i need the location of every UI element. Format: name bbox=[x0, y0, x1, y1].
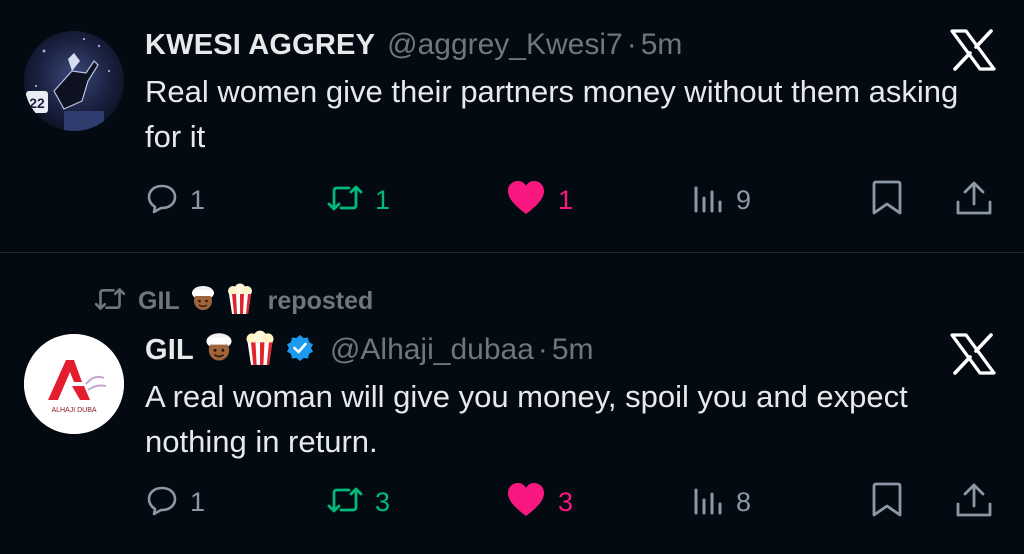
author-handle[interactable]: @aggrey_Kwesi7 bbox=[387, 28, 623, 62]
like-button[interactable]: 1 bbox=[506, 180, 573, 220]
bookmark-icon bbox=[870, 180, 904, 221]
retweet-icon bbox=[327, 485, 363, 520]
retweet-count: 1 bbox=[375, 184, 391, 215]
share-button[interactable] bbox=[955, 482, 993, 522]
heart-icon bbox=[506, 180, 546, 221]
reply-icon bbox=[146, 182, 178, 219]
popcorn-emoji bbox=[244, 330, 276, 371]
like-count: 1 bbox=[558, 184, 574, 215]
like-button[interactable]: 3 bbox=[506, 482, 573, 522]
reply-button[interactable]: 1 bbox=[146, 180, 205, 220]
heart-icon bbox=[506, 482, 546, 523]
reply-count: 1 bbox=[190, 184, 206, 215]
bookmark-icon bbox=[870, 482, 904, 523]
avatar-jersey-number: 22 bbox=[29, 95, 45, 111]
retweet-icon bbox=[94, 286, 126, 317]
views-icon bbox=[692, 182, 724, 219]
views-button[interactable]: 8 bbox=[692, 482, 751, 522]
reposter-name[interactable]: GIL bbox=[138, 287, 180, 316]
avatar[interactable]: ALHAJI DUBA bbox=[24, 334, 124, 434]
share-icon bbox=[955, 482, 993, 523]
share-button[interactable] bbox=[955, 180, 993, 220]
person-with-turban-emoji bbox=[202, 331, 236, 370]
views-count: 9 bbox=[736, 184, 752, 215]
views-button[interactable]: 9 bbox=[692, 180, 751, 220]
retweet-button[interactable]: 1 bbox=[327, 180, 390, 220]
repost-label: reposted bbox=[267, 286, 374, 315]
timestamp[interactable]: 5m bbox=[641, 28, 683, 62]
tweet-header: KWESI AGGREY @aggrey_Kwesi7 · 5m bbox=[145, 25, 682, 65]
like-count: 3 bbox=[558, 486, 574, 517]
author-name[interactable]: KWESI AGGREY bbox=[145, 29, 375, 62]
retweet-button[interactable]: 3 bbox=[327, 482, 390, 522]
tweet-text: A real woman will give you money, spoil … bbox=[145, 379, 908, 459]
repost-indicator: GIL reposted bbox=[94, 283, 374, 320]
reply-icon bbox=[146, 484, 178, 521]
views-icon bbox=[692, 484, 724, 521]
share-icon bbox=[955, 180, 993, 221]
retweet-icon bbox=[327, 183, 363, 218]
separator-dot: · bbox=[626, 28, 637, 61]
tweet-card[interactable]: 22 KWESI AGGREY @aggrey_Kwesi7 · 5m Real… bbox=[0, 0, 1024, 252]
retweet-count: 3 bbox=[375, 486, 391, 517]
popcorn-emoji bbox=[226, 283, 254, 320]
separator-dot: · bbox=[537, 333, 548, 366]
author-handle[interactable]: @Alhaji_dubaa bbox=[330, 333, 534, 367]
avatar-brand-text: ALHAJI DUBA bbox=[51, 407, 96, 414]
person-with-turban-emoji bbox=[188, 284, 218, 319]
action-bar: 1 1 1 9 bbox=[0, 180, 1024, 220]
bookmark-button[interactable] bbox=[870, 482, 904, 522]
reply-count: 1 bbox=[190, 486, 206, 517]
author-name[interactable]: GIL bbox=[145, 334, 194, 367]
reply-button[interactable]: 1 bbox=[146, 482, 205, 522]
tweet-text: Real women give their partners money wit… bbox=[145, 74, 959, 154]
avatar[interactable]: 22 bbox=[24, 31, 124, 131]
tweet-header: GIL @Alhaji_dubaa · 5m bbox=[145, 330, 594, 370]
views-count: 8 bbox=[736, 486, 752, 517]
action-bar: 1 3 3 8 bbox=[0, 482, 1024, 522]
verified-badge-icon[interactable] bbox=[286, 334, 314, 367]
avatar-photo: 22 bbox=[24, 31, 124, 131]
avatar-logo: ALHAJI DUBA bbox=[24, 334, 124, 434]
timestamp[interactable]: 5m bbox=[552, 333, 594, 367]
x-logo-icon bbox=[950, 333, 996, 380]
tweet-card[interactable]: GIL reposted ALHAJI DUBA GIL @Alhaji_dub… bbox=[0, 253, 1024, 554]
bookmark-button[interactable] bbox=[870, 180, 904, 220]
